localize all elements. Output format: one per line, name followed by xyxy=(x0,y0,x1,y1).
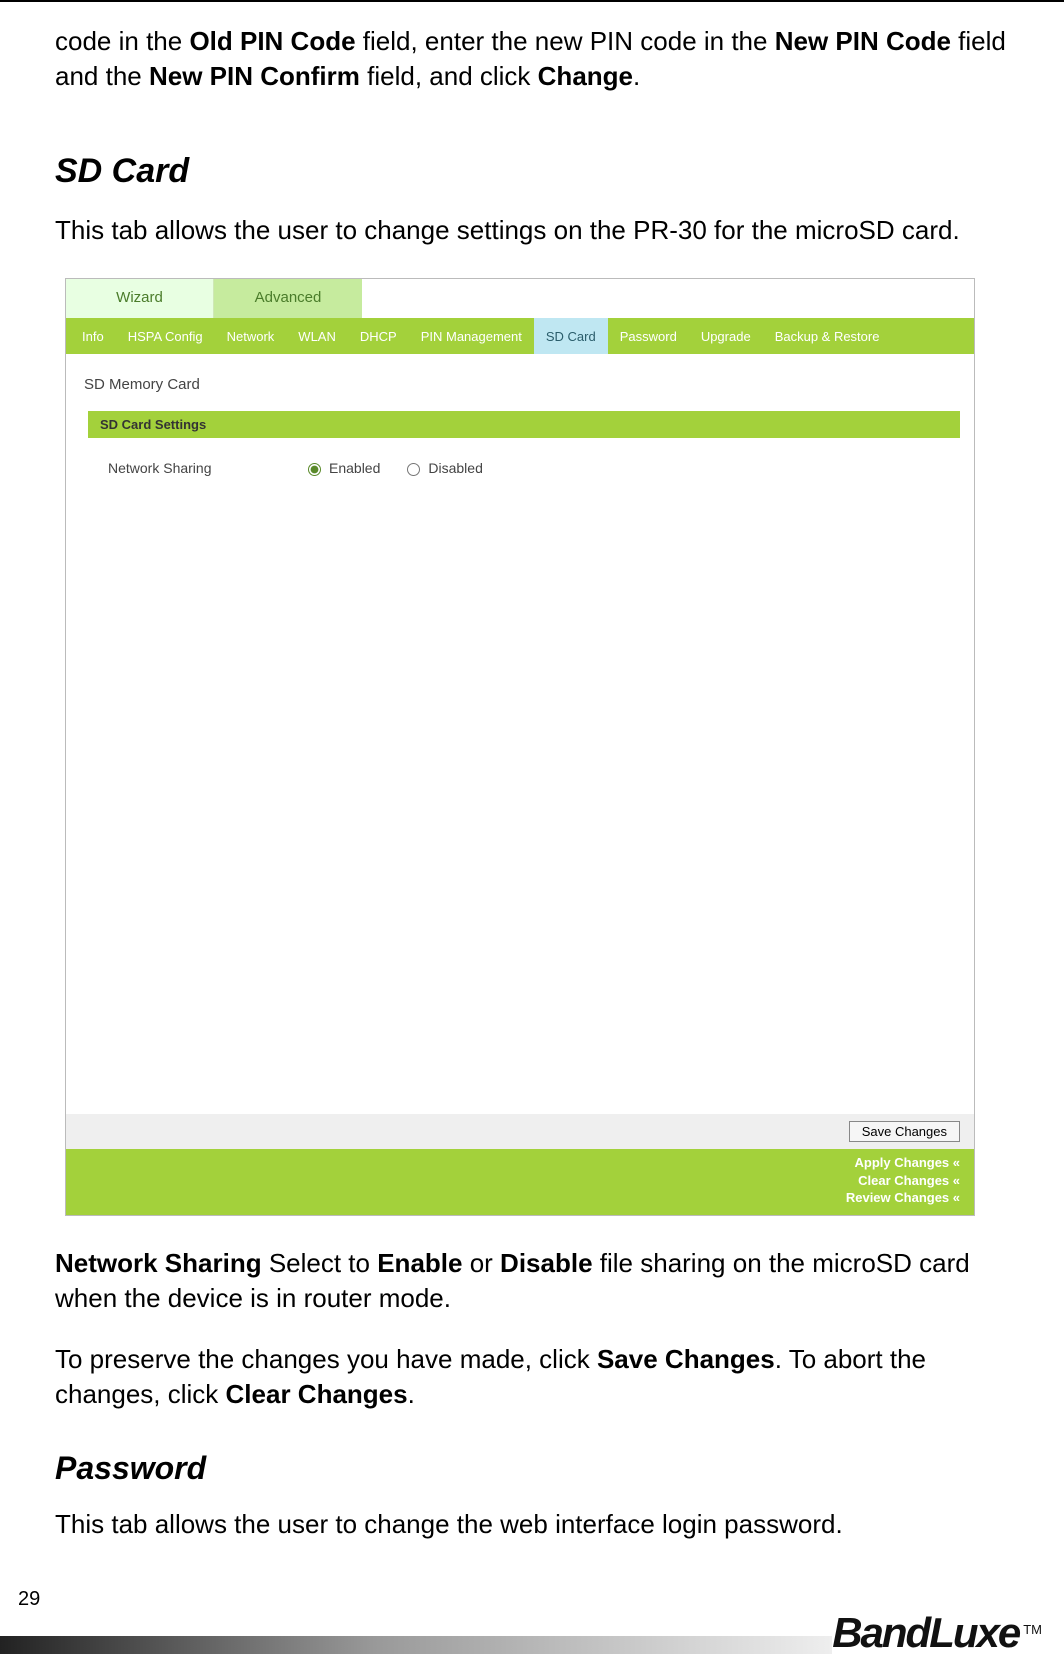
network-sharing-row: Network Sharing Enabled Disabled xyxy=(108,460,960,476)
save-row: Save Changes xyxy=(66,1114,974,1149)
bold-change: Change xyxy=(538,61,633,91)
sd-card-desc: This tab allows the user to change setti… xyxy=(55,213,1009,248)
clear-changes-link[interactable]: Clear Changes « xyxy=(66,1172,960,1190)
bold-disable: Disable xyxy=(500,1248,593,1278)
top-tab-bar: Wizard Advanced xyxy=(66,279,974,318)
brand-logo: BandLuxe TM xyxy=(832,1618,1064,1654)
radio-enabled-label: Enabled xyxy=(329,460,380,476)
page-number: 29 xyxy=(18,1588,40,1611)
sd-card-settings-bar: SD Card Settings xyxy=(88,411,960,438)
bold-network-sharing: Network Sharing xyxy=(55,1248,262,1278)
radio-disabled-input[interactable] xyxy=(407,463,420,476)
subtab-network[interactable]: Network xyxy=(215,318,287,354)
save-changes-button[interactable]: Save Changes xyxy=(849,1121,960,1142)
page-footer: 29 BandLuxe TM xyxy=(0,1582,1064,1654)
text: field, and click xyxy=(360,61,538,91)
text: To preserve the changes you have made, c… xyxy=(55,1344,597,1374)
footer-gradient xyxy=(0,1636,832,1654)
tab-wizard[interactable]: Wizard xyxy=(66,279,214,318)
text: . xyxy=(408,1379,415,1409)
text: field, enter the new PIN code in the xyxy=(356,26,775,56)
brand-text: BandLuxe xyxy=(832,1612,1019,1654)
subtab-hspa-config[interactable]: HSPA Config xyxy=(116,318,215,354)
bold-new-pin-confirm: New PIN Confirm xyxy=(149,61,360,91)
bold-enable: Enable xyxy=(377,1248,462,1278)
radio-disabled-label: Disabled xyxy=(428,460,482,476)
network-sharing-label: Network Sharing xyxy=(108,460,303,476)
panel-title: SD Memory Card xyxy=(84,376,960,393)
intro-paragraph: code in the Old PIN Code field, enter th… xyxy=(55,24,1009,94)
password-heading: Password xyxy=(55,1450,1009,1487)
sub-tab-bar: Info HSPA Config Network WLAN DHCP PIN M… xyxy=(66,318,974,354)
subtab-sd-card[interactable]: SD Card xyxy=(534,318,608,354)
bold-save-changes: Save Changes xyxy=(597,1344,775,1374)
text: code in the xyxy=(55,26,189,56)
subtab-pin-management[interactable]: PIN Management xyxy=(409,318,534,354)
save-clear-paragraph: To preserve the changes you have made, c… xyxy=(55,1342,1009,1412)
footer-links: Apply Changes « Clear Changes « Review C… xyxy=(66,1149,974,1215)
subtab-upgrade[interactable]: Upgrade xyxy=(689,318,763,354)
router-ui-screenshot: Wizard Advanced Info HSPA Config Network… xyxy=(65,278,975,1216)
password-desc: This tab allows the user to change the w… xyxy=(55,1507,1009,1542)
radio-enabled-input[interactable] xyxy=(308,463,321,476)
text: Select to xyxy=(262,1248,378,1278)
review-changes-link[interactable]: Review Changes « xyxy=(66,1189,960,1207)
panel-content: SD Memory Card SD Card Settings Network … xyxy=(66,354,974,814)
bold-new-pin: New PIN Code xyxy=(775,26,951,56)
network-sharing-paragraph: Network Sharing Select to Enable or Disa… xyxy=(55,1246,1009,1316)
sd-card-heading: SD Card xyxy=(55,152,1009,191)
subtab-info[interactable]: Info xyxy=(70,318,116,354)
text: or xyxy=(462,1248,500,1278)
radio-enabled[interactable]: Enabled xyxy=(303,460,380,476)
subtab-dhcp[interactable]: DHCP xyxy=(348,318,409,354)
apply-changes-link[interactable]: Apply Changes « xyxy=(66,1154,960,1172)
tab-advanced[interactable]: Advanced xyxy=(214,279,362,318)
trademark-icon: TM xyxy=(1023,1623,1042,1636)
subtab-wlan[interactable]: WLAN xyxy=(286,318,348,354)
subtab-backup-restore[interactable]: Backup & Restore xyxy=(763,318,892,354)
subtab-password[interactable]: Password xyxy=(608,318,689,354)
bold-clear-changes: Clear Changes xyxy=(226,1379,408,1409)
radio-disabled[interactable]: Disabled xyxy=(402,460,482,476)
text: . xyxy=(633,61,640,91)
bold-old-pin: Old PIN Code xyxy=(189,26,355,56)
